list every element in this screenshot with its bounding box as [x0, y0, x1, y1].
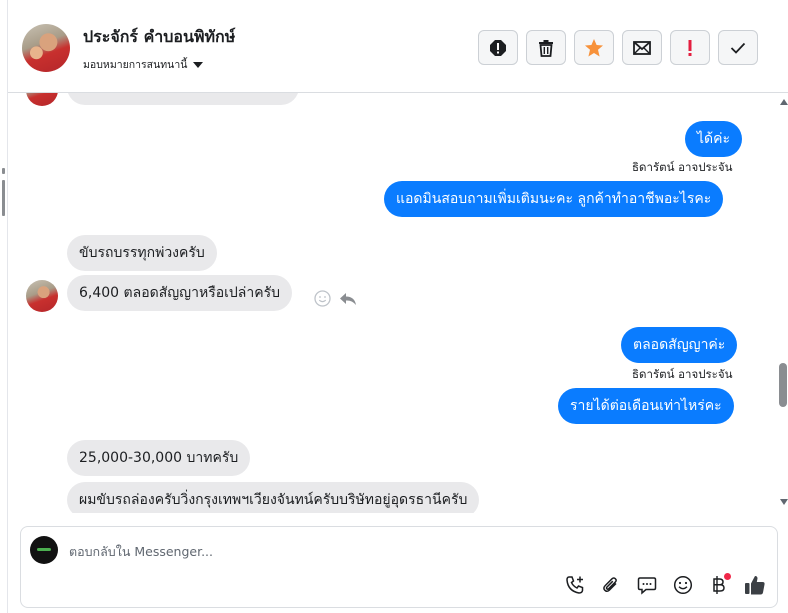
conversation-header: ประจักร์ คำบอนพิทักษ์ มอบหมายการสนทนานี้	[8, 0, 788, 93]
assign-label: มอบหมายการสนทนานี้	[83, 59, 188, 71]
saved-replies-button[interactable]	[635, 573, 659, 597]
check-icon	[730, 42, 746, 54]
message-bubble-outgoing[interactable]: รายได้ต่อเดือนเท่าไหร่คะ	[558, 388, 734, 424]
message-hover-actions	[314, 290, 357, 307]
reply-arrow-icon[interactable]	[339, 291, 357, 307]
emoji-button[interactable]	[671, 573, 695, 597]
star-button[interactable]	[574, 30, 614, 65]
thread-scrollbar[interactable]	[778, 93, 788, 513]
payment-button[interactable]	[707, 573, 731, 597]
report-button[interactable]	[478, 30, 518, 65]
chat-template-icon	[637, 577, 657, 595]
follow-up-button[interactable]	[670, 30, 710, 65]
message-bubble-outgoing[interactable]: ได้ค่ะ	[685, 121, 743, 157]
react-emoji-icon[interactable]	[314, 290, 331, 307]
sender-avatar	[26, 93, 58, 106]
contact-avatar[interactable]	[22, 24, 70, 72]
attach-file-button[interactable]	[599, 573, 623, 597]
left-panel-edge	[0, 0, 8, 613]
paperclip-icon	[603, 577, 617, 593]
exclamation-icon	[688, 39, 692, 56]
delete-button[interactable]	[526, 30, 566, 65]
scroll-up-arrow-icon[interactable]	[780, 99, 788, 105]
caret-down-icon	[193, 61, 204, 68]
sender-name: ธิดารัตน์ อาจประจัน	[632, 367, 733, 381]
phone-add-icon	[566, 576, 584, 594]
thread-scrollbar-thumb[interactable]	[779, 363, 787, 407]
page-avatar	[30, 536, 58, 564]
emoji-icon	[673, 575, 693, 595]
trash-icon	[539, 39, 553, 57]
left-edge-marker	[2, 168, 5, 174]
sender-avatar	[26, 280, 58, 312]
conversation-actions	[478, 30, 758, 65]
assign-conversation-dropdown[interactable]: มอบหมายการสนทนานี้	[83, 56, 204, 73]
message-thread[interactable]: ได้ค่ะ ธิดารัตน์ อาจประจัน แอดมินสอบถามเ…	[8, 93, 788, 513]
left-scrollbar-thumb[interactable]	[2, 180, 5, 216]
thumbs-up-icon	[745, 576, 765, 595]
notification-dot	[724, 573, 731, 580]
message-bubble-outgoing[interactable]: แอดมินสอบถามเพิ่มเติมนะคะ ลูกค้าทำอาชีพอ…	[384, 181, 724, 217]
message-bubble-incoming[interactable]: 6,400 ตลอดสัญญาหรือเปล่าครับ	[67, 275, 293, 311]
send-like-button[interactable]	[743, 573, 767, 597]
reply-composer	[20, 526, 778, 608]
message-bubble-incoming[interactable]: ผมขับรถล่องครับวิ่งกรุงเทพฯเวียงจันทน์คร…	[67, 482, 480, 513]
message-bubble-outgoing[interactable]: ตลอดสัญญาค่ะ	[621, 327, 738, 363]
message-bubble-incoming[interactable]: ขับรถบรรทุกพ่วงครับ	[67, 235, 217, 271]
mark-unread-button[interactable]	[622, 30, 662, 65]
contact-name[interactable]: ประจักร์ คำบอนพิทักษ์	[83, 25, 235, 50]
done-button[interactable]	[718, 30, 758, 65]
message-bubble-incoming[interactable]	[67, 93, 299, 105]
call-button[interactable]	[563, 573, 587, 597]
star-icon	[585, 38, 603, 56]
scroll-down-arrow-icon[interactable]	[780, 499, 788, 505]
reply-input[interactable]	[69, 540, 669, 562]
envelope-icon	[633, 40, 651, 55]
sender-name: ธิดารัตน์ อาจประจัน	[632, 160, 733, 174]
message-bubble-incoming[interactable]: 25,000-30,000 บาทครับ	[67, 440, 251, 476]
exclamation-circle-icon	[490, 39, 506, 56]
composer-toolbar	[563, 573, 767, 597]
